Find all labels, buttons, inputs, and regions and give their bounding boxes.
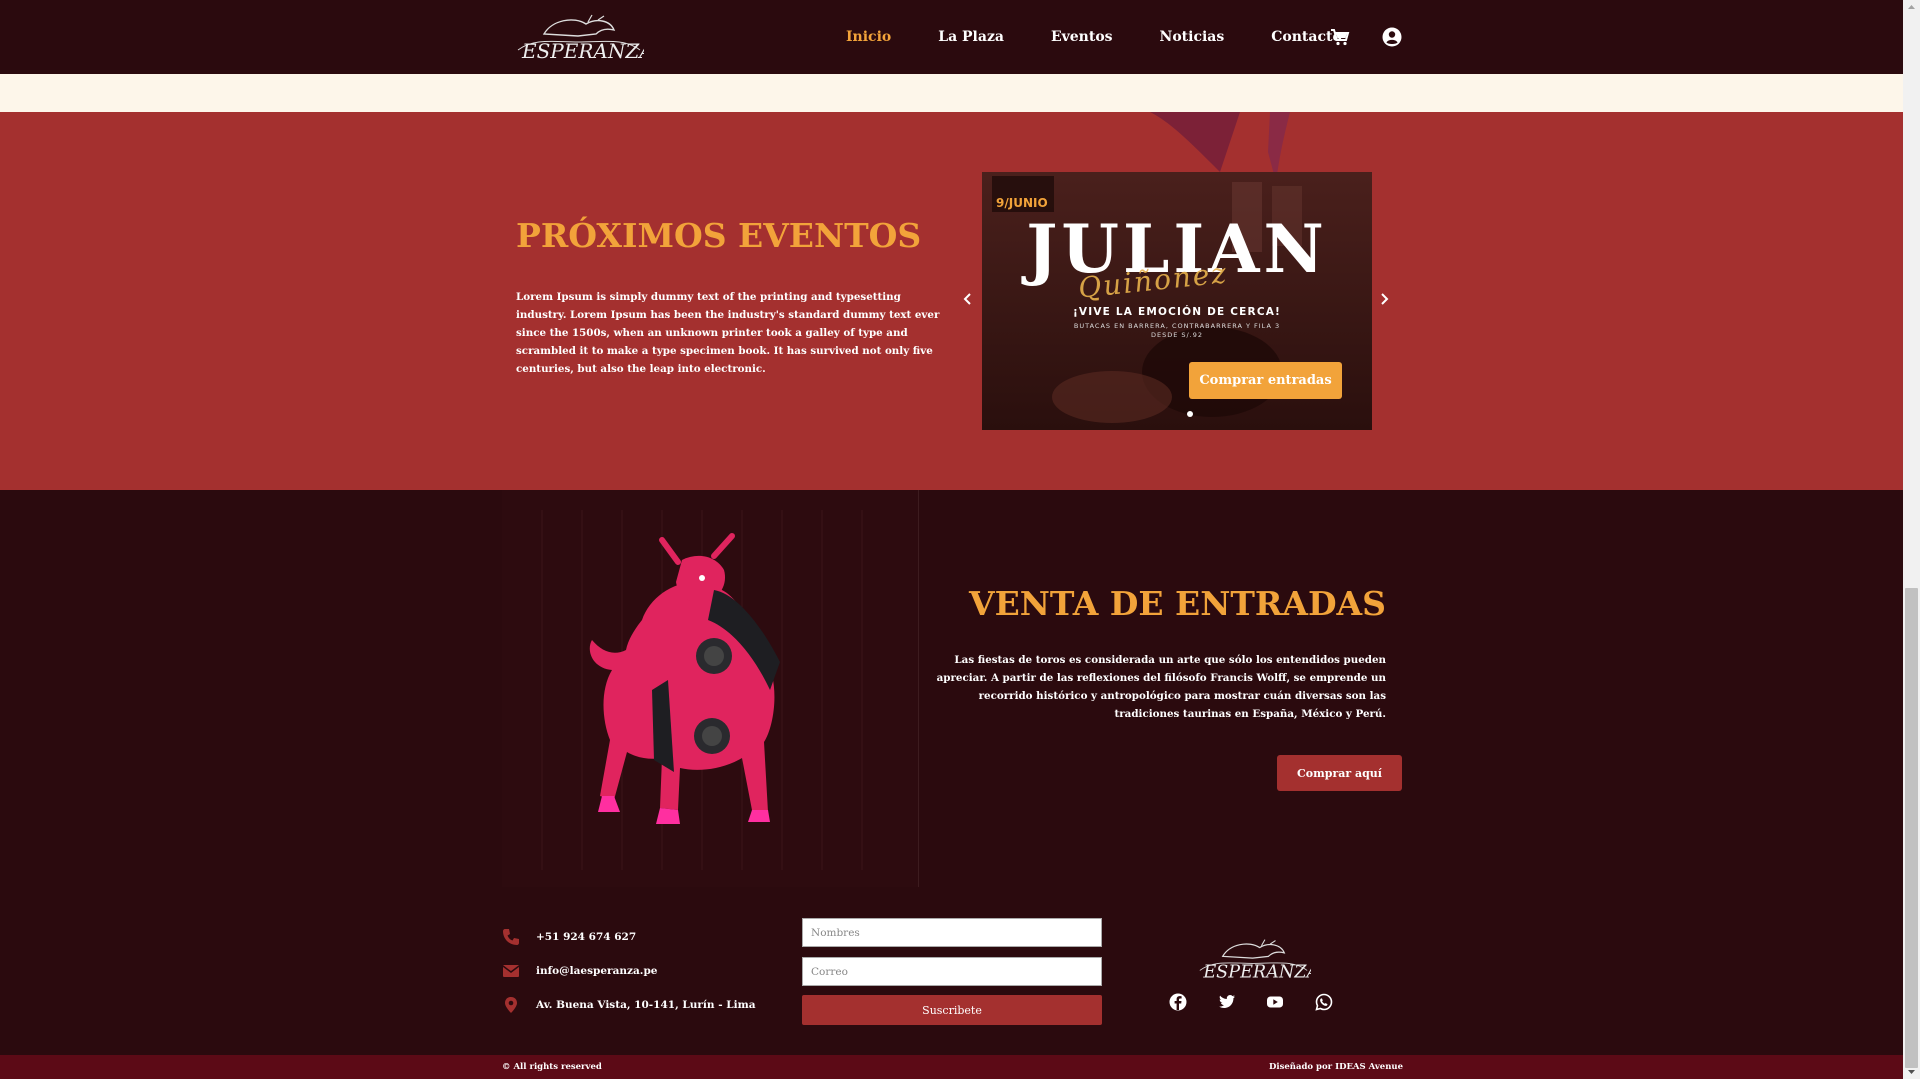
slider-dot-active[interactable] — [1187, 411, 1193, 417]
nav-la-plaza[interactable]: La Plaza — [938, 29, 1004, 45]
nav-inicio[interactable]: Inicio — [846, 29, 891, 45]
site-footer: +51 924 674 627 info@laesperanza.pe Av. … — [0, 887, 1903, 1055]
nav-eventos[interactable]: Eventos — [1051, 29, 1113, 45]
events-description: Lorem Ipsum is simply dummy text of the … — [516, 291, 940, 375]
scroll-up-arrow-icon[interactable] — [1903, 0, 1920, 14]
svg-text:ESPERANZA: ESPERANZA — [521, 39, 644, 62]
designer-credit[interactable]: Diseñado por IDEAS Avenue — [1269, 1062, 1403, 1072]
cart-icon[interactable] — [1330, 28, 1350, 46]
user-circle-icon[interactable] — [1382, 27, 1402, 47]
event-tagline: ¡VIVE LA EMOCIÓN DE CERCA! — [1072, 306, 1282, 318]
email-input[interactable] — [802, 957, 1102, 986]
esperanza-logo[interactable]: ESPERANZA — [514, 12, 644, 62]
buy-tickets-button[interactable]: Comprar entradas — [1189, 362, 1342, 399]
page-scrollbar[interactable] — [1903, 0, 1920, 1079]
upcoming-events-section: PRÓXIMOS EVENTOS Lorem Ipsum is simply d… — [0, 112, 1903, 490]
footer-esperanza-logo[interactable]: ESPERANZA — [1196, 937, 1311, 981]
event-slider: 9/JUNIO JULIAN Quiñonez ¡VIVE LA EMOCIÓN… — [982, 172, 1372, 430]
copyright-bar: © All rights reserved Diseñado por IDEAS… — [0, 1055, 1903, 1079]
cream-divider-band — [0, 74, 1903, 112]
name-input[interactable] — [802, 918, 1102, 947]
svg-text:ESPERANZA: ESPERANZA — [1202, 962, 1311, 981]
envelope-icon — [502, 965, 520, 977]
event-seats-text: BUTACAS EN BARRERA, CONTRABARRERA Y FILA… — [1073, 322, 1281, 330]
phone-text: +51 924 674 627 — [536, 931, 637, 943]
scrollbar-thumb[interactable] — [1905, 588, 1918, 1068]
address-text: Av. Buena Vista, 10-141, Lurín - Lima — [536, 999, 756, 1011]
tickets-description: Las fiestas de toros es considerada un a… — [936, 654, 1386, 720]
events-title: PRÓXIMOS EVENTOS — [516, 216, 922, 255]
slider-next-arrow-icon[interactable] — [1377, 292, 1391, 306]
buy-here-button[interactable]: Comprar aquí — [1277, 755, 1402, 791]
contact-phone: +51 924 674 627 — [502, 928, 636, 946]
facebook-icon[interactable] — [1169, 993, 1187, 1011]
slider-prev-arrow-icon[interactable] — [961, 292, 975, 306]
event-date: 9/JUNIO — [996, 196, 1048, 210]
twitter-icon[interactable] — [1218, 993, 1236, 1011]
bull-illustration-panel — [502, 490, 919, 888]
email-text: info@laesperanza.pe — [536, 965, 658, 977]
contact-email: info@laesperanza.pe — [502, 962, 657, 980]
copyright-text: © All rights reserved — [502, 1062, 602, 1072]
location-pin-icon — [505, 997, 517, 1013]
event-price-text: DESDE S/.92 — [1150, 331, 1204, 339]
event-details: BUTACAS EN BARRERA, CONTRABARRERA Y FILA… — [982, 322, 1372, 340]
contact-address: Av. Buena Vista, 10-141, Lurín - Lima — [502, 996, 756, 1014]
whatsapp-icon[interactable] — [1315, 993, 1333, 1011]
site-header: ESPERANZA Inicio La Plaza Eventos Notici… — [0, 0, 1903, 74]
subscribe-button[interactable]: Suscribete — [802, 995, 1102, 1025]
nav-noticias[interactable]: Noticias — [1160, 29, 1225, 45]
youtube-icon[interactable] — [1266, 993, 1284, 1011]
main-nav: Inicio La Plaza Eventos Noticias Contact… — [846, 0, 1389, 74]
scroll-down-arrow-icon[interactable] — [1903, 1065, 1920, 1079]
bull-illustration — [541, 510, 863, 870]
tickets-title: VENTA DE ENTRADAS — [969, 584, 1386, 623]
ticket-sales-section: VENTA DE ENTRADAS Las fiestas de toros e… — [0, 490, 1903, 888]
phone-icon — [503, 929, 519, 945]
